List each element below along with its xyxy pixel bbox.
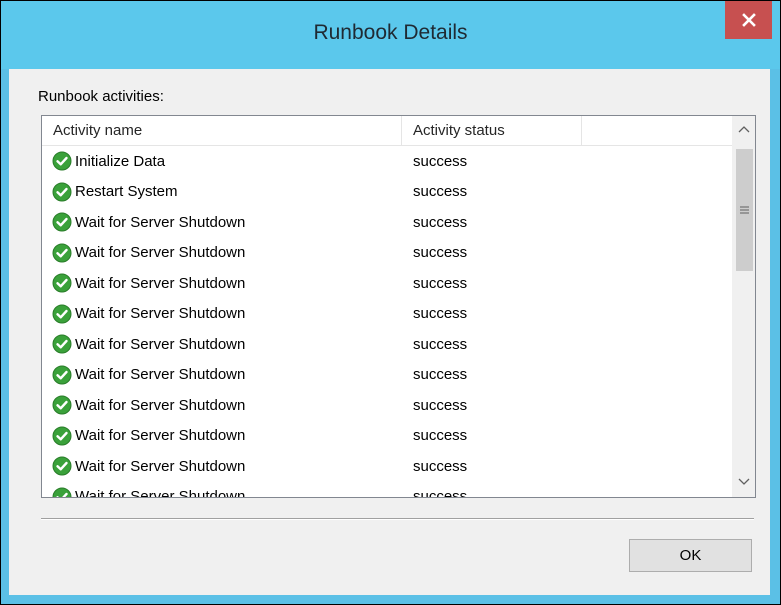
activity-name-cell: Wait for Server Shutdown: [52, 268, 245, 299]
activity-name: Wait for Server Shutdown: [75, 305, 246, 323]
activity-name-cell: Wait for Server Shutdown: [52, 238, 245, 269]
check-circle-icon: [52, 212, 72, 232]
activity-status: success: [413, 366, 468, 384]
check-circle-icon: [52, 273, 72, 293]
activity-status: success: [413, 305, 468, 323]
activity-status: success: [413, 183, 468, 201]
activity-name-cell: Restart System: [52, 177, 178, 208]
activity-name-cell: Initialize Data: [52, 146, 165, 177]
activity-status: success: [413, 335, 468, 353]
activity-name-cell: Wait for Server Shutdown: [52, 390, 245, 421]
close-icon: [741, 13, 756, 27]
activities-list[interactable]: Activity name Activity status Initialize…: [41, 115, 756, 498]
list-rows: Initialize Data success Restart System succ…: [42, 146, 732, 498]
table-row[interactable]: Wait for Server Shutdown success: [42, 451, 732, 482]
activity-name: Wait for Server Shutdown: [75, 427, 246, 445]
activity-name: Wait for Server Shutdown: [75, 396, 246, 414]
activity-name-cell: Wait for Server Shutdown: [52, 421, 245, 452]
column-header-activity-status[interactable]: Activity status: [402, 116, 582, 145]
check-circle-icon: [52, 426, 72, 446]
activity-name: Wait for Server Shutdown: [75, 488, 246, 498]
check-circle-icon: [52, 151, 72, 171]
check-circle-icon: [52, 243, 72, 263]
table-row[interactable]: Wait for Server Shutdown success: [42, 482, 732, 498]
dialog-body: Runbook activities: Activity name Activi…: [9, 69, 770, 595]
activity-status: success: [413, 213, 468, 231]
table-row[interactable]: Wait for Server Shutdown success: [42, 329, 732, 360]
table-row[interactable]: Wait for Server Shutdown success: [42, 360, 732, 391]
scrollbar-thumb[interactable]: [736, 149, 753, 271]
activity-name-cell: Wait for Server Shutdown: [52, 482, 246, 498]
window-title: Runbook Details: [313, 21, 468, 44]
check-circle-icon: [52, 487, 72, 497]
chevron-up-icon: [738, 126, 750, 133]
activity-name: Wait for Server Shutdown: [75, 213, 246, 231]
close-button[interactable]: [725, 1, 772, 39]
check-circle-icon: [52, 304, 72, 324]
ok-button[interactable]: OK: [629, 539, 752, 572]
activity-status: success: [413, 274, 468, 292]
table-row[interactable]: Wait for Server Shutdown success: [42, 299, 732, 330]
table-row[interactable]: Restart System success: [42, 177, 732, 208]
check-circle-icon: [52, 365, 72, 385]
activity-name-cell: Wait for Server Shutdown: [52, 329, 245, 360]
check-circle-icon: [52, 334, 72, 354]
vertical-scrollbar[interactable]: [732, 116, 755, 497]
activity-name: Wait for Server Shutdown: [75, 366, 246, 384]
runbook-activities-label: Runbook activities:: [38, 88, 164, 105]
activity-name: Wait for Server Shutdown: [75, 244, 246, 262]
grip-icon: [740, 206, 749, 214]
check-circle-icon: [52, 182, 72, 202]
scroll-down-button[interactable]: [733, 471, 755, 493]
activity-status: success: [413, 457, 468, 475]
activity-name: Wait for Server Shutdown: [75, 274, 246, 292]
table-row[interactable]: Wait for Server Shutdown success: [42, 421, 732, 452]
check-circle-icon: [52, 395, 72, 415]
activity-name-cell: Wait for Server Shutdown: [52, 451, 245, 482]
activity-status: success: [413, 427, 468, 445]
activity-name: Restart System: [75, 183, 178, 201]
activity-name: Wait for Server Shutdown: [75, 457, 246, 475]
divider: [41, 518, 754, 520]
chevron-down-icon: [738, 478, 750, 485]
dialog-window: Runbook Details Runbook activities: Acti…: [0, 0, 781, 605]
table-row[interactable]: Wait for Server Shutdown success: [42, 268, 732, 299]
activity-name: Initialize Data: [75, 152, 166, 170]
title-bar[interactable]: Runbook Details: [1, 1, 780, 69]
activity-name-cell: Wait for Server Shutdown: [52, 360, 245, 391]
activity-name: Wait for Server Shutdown: [75, 335, 246, 353]
list-header: Activity name Activity status: [42, 116, 732, 146]
activity-status: success: [413, 396, 468, 414]
activity-name-cell: Wait for Server Shutdown: [52, 207, 245, 238]
column-header-activity-name[interactable]: Activity name: [42, 116, 402, 145]
activity-status: success: [413, 244, 468, 262]
activity-status: success: [413, 488, 468, 498]
table-row[interactable]: Wait for Server Shutdown success: [42, 207, 732, 238]
activity-name-cell: Wait for Server Shutdown: [52, 299, 245, 330]
scroll-up-button[interactable]: [733, 118, 755, 140]
activity-status: success: [413, 152, 468, 170]
table-row[interactable]: Initialize Data success: [42, 146, 732, 177]
check-circle-icon: [52, 456, 72, 476]
table-row[interactable]: Wait for Server Shutdown success: [42, 390, 732, 421]
table-row[interactable]: Wait for Server Shutdown success: [42, 238, 732, 269]
